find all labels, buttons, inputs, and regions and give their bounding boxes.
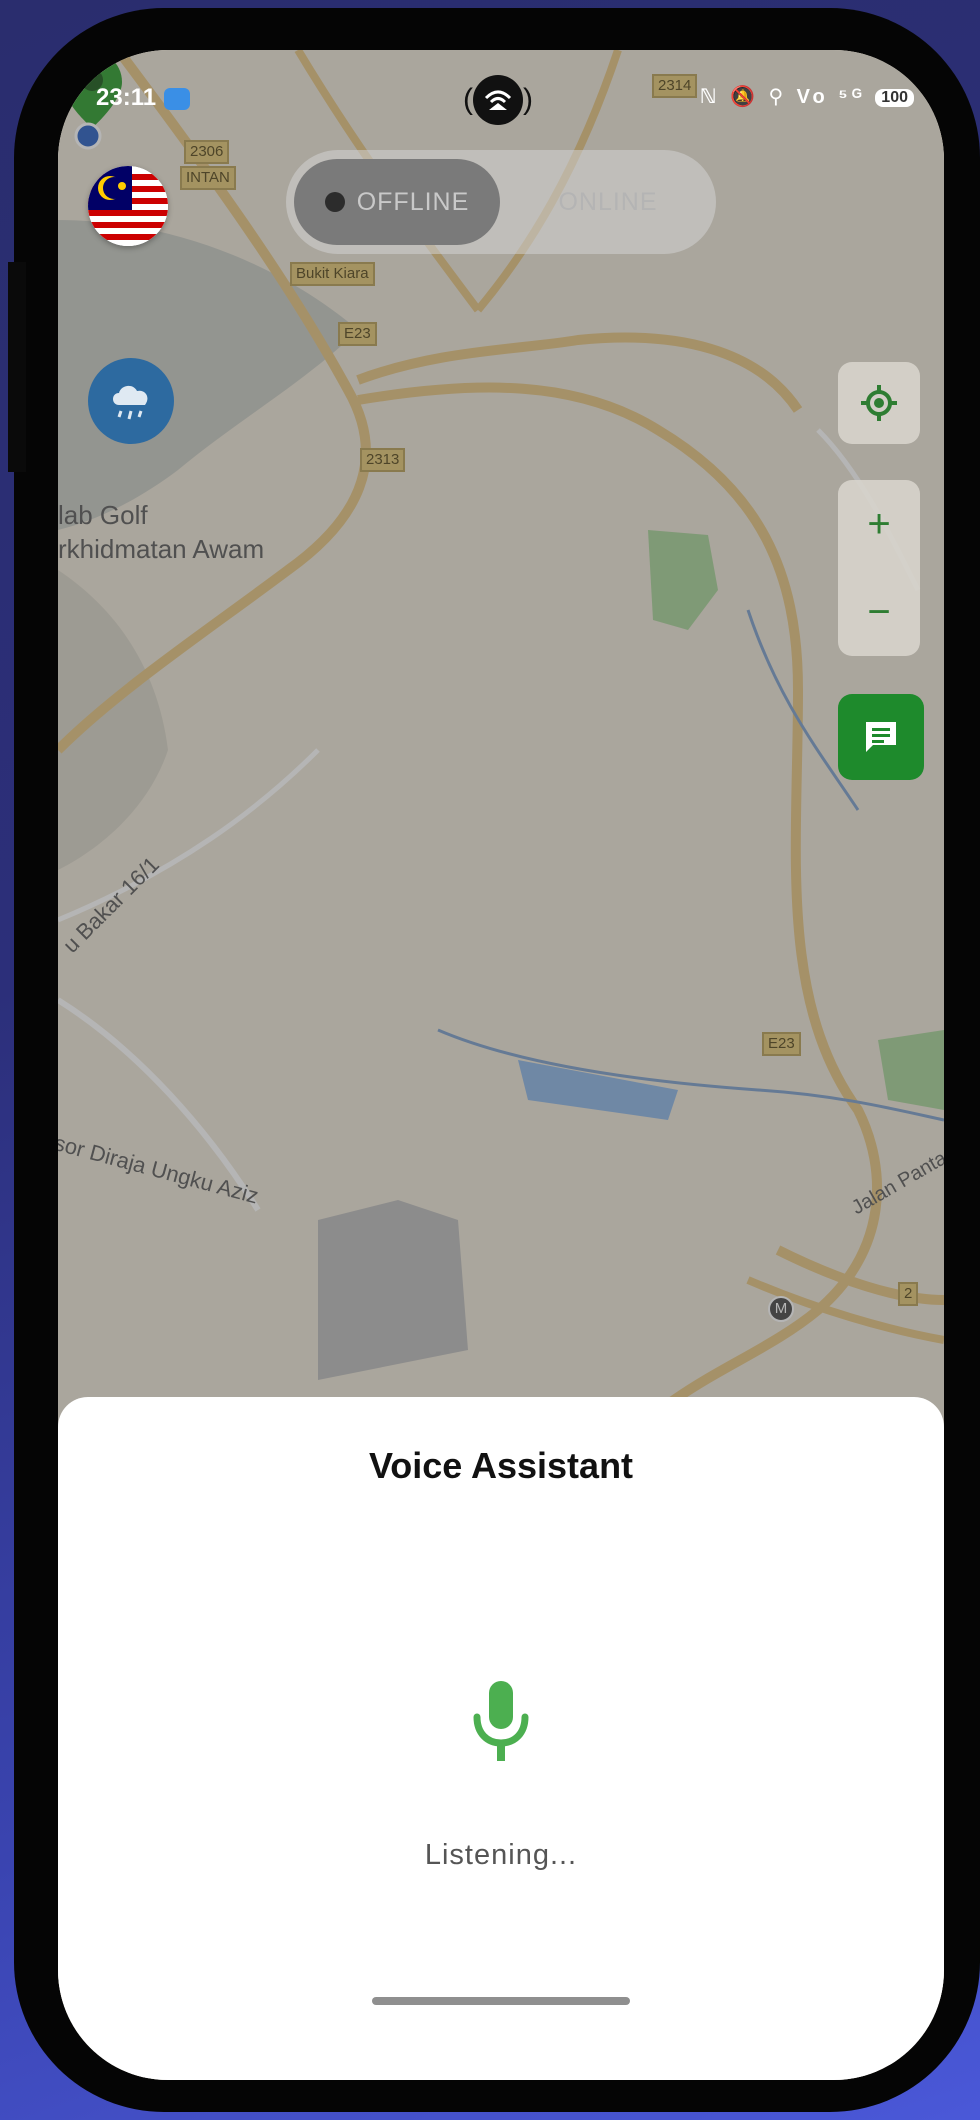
voice-assistant-sheet: Voice Assistant Listening... <box>58 1397 944 2080</box>
notification-app-icon <box>164 88 190 110</box>
edge-decoration <box>8 262 26 472</box>
zoom-controls: + − <box>838 480 920 656</box>
zoom-out-button[interactable]: − <box>838 568 920 656</box>
sheet-title: Voice Assistant <box>368 1445 634 1486</box>
weather-button[interactable] <box>88 358 174 444</box>
status-time: 23:11 <box>96 84 157 111</box>
camera-cutout: ( ) <box>456 70 540 130</box>
toggle-online-option[interactable]: ONLINE <box>500 188 716 217</box>
listening-status: Listening... <box>424 1839 578 1871</box>
battery-icon: 100 <box>875 88 914 107</box>
country-flag-button[interactable] <box>88 166 168 246</box>
toggle-offline-option[interactable]: OFFLINE <box>294 159 500 245</box>
chat-bubble-icon <box>866 722 896 752</box>
wifi-hotspot-icon <box>473 75 523 125</box>
online-offline-toggle[interactable]: OFFLINE ONLINE <box>286 150 716 254</box>
chat-button[interactable] <box>838 694 924 780</box>
malaysia-flag-icon <box>88 166 168 246</box>
status-icons-text: ℕ 🔕 ⚲ Vo ⁵ᴳ <box>699 86 866 108</box>
zoom-in-button[interactable]: + <box>838 480 920 568</box>
home-indicator[interactable] <box>372 1997 630 2005</box>
microphone-icon[interactable] <box>471 1679 531 1769</box>
status-icons: ℕ 🔕 ⚲ Vo ⁵ᴳ 100 <box>700 84 914 109</box>
status-dot-icon <box>324 192 345 212</box>
app-screen: lab Golf rkhidmatan Awam u Bakar 16/1 so… <box>58 50 944 2080</box>
crosshair-icon <box>861 385 897 421</box>
status-bar: 23:11 ( ) ℕ 🔕 ⚲ Vo ⁵ᴳ 100 <box>58 50 944 140</box>
offline-label: OFFLINE <box>356 187 470 216</box>
my-location-button[interactable] <box>838 362 920 444</box>
rain-cloud-icon <box>113 385 148 420</box>
